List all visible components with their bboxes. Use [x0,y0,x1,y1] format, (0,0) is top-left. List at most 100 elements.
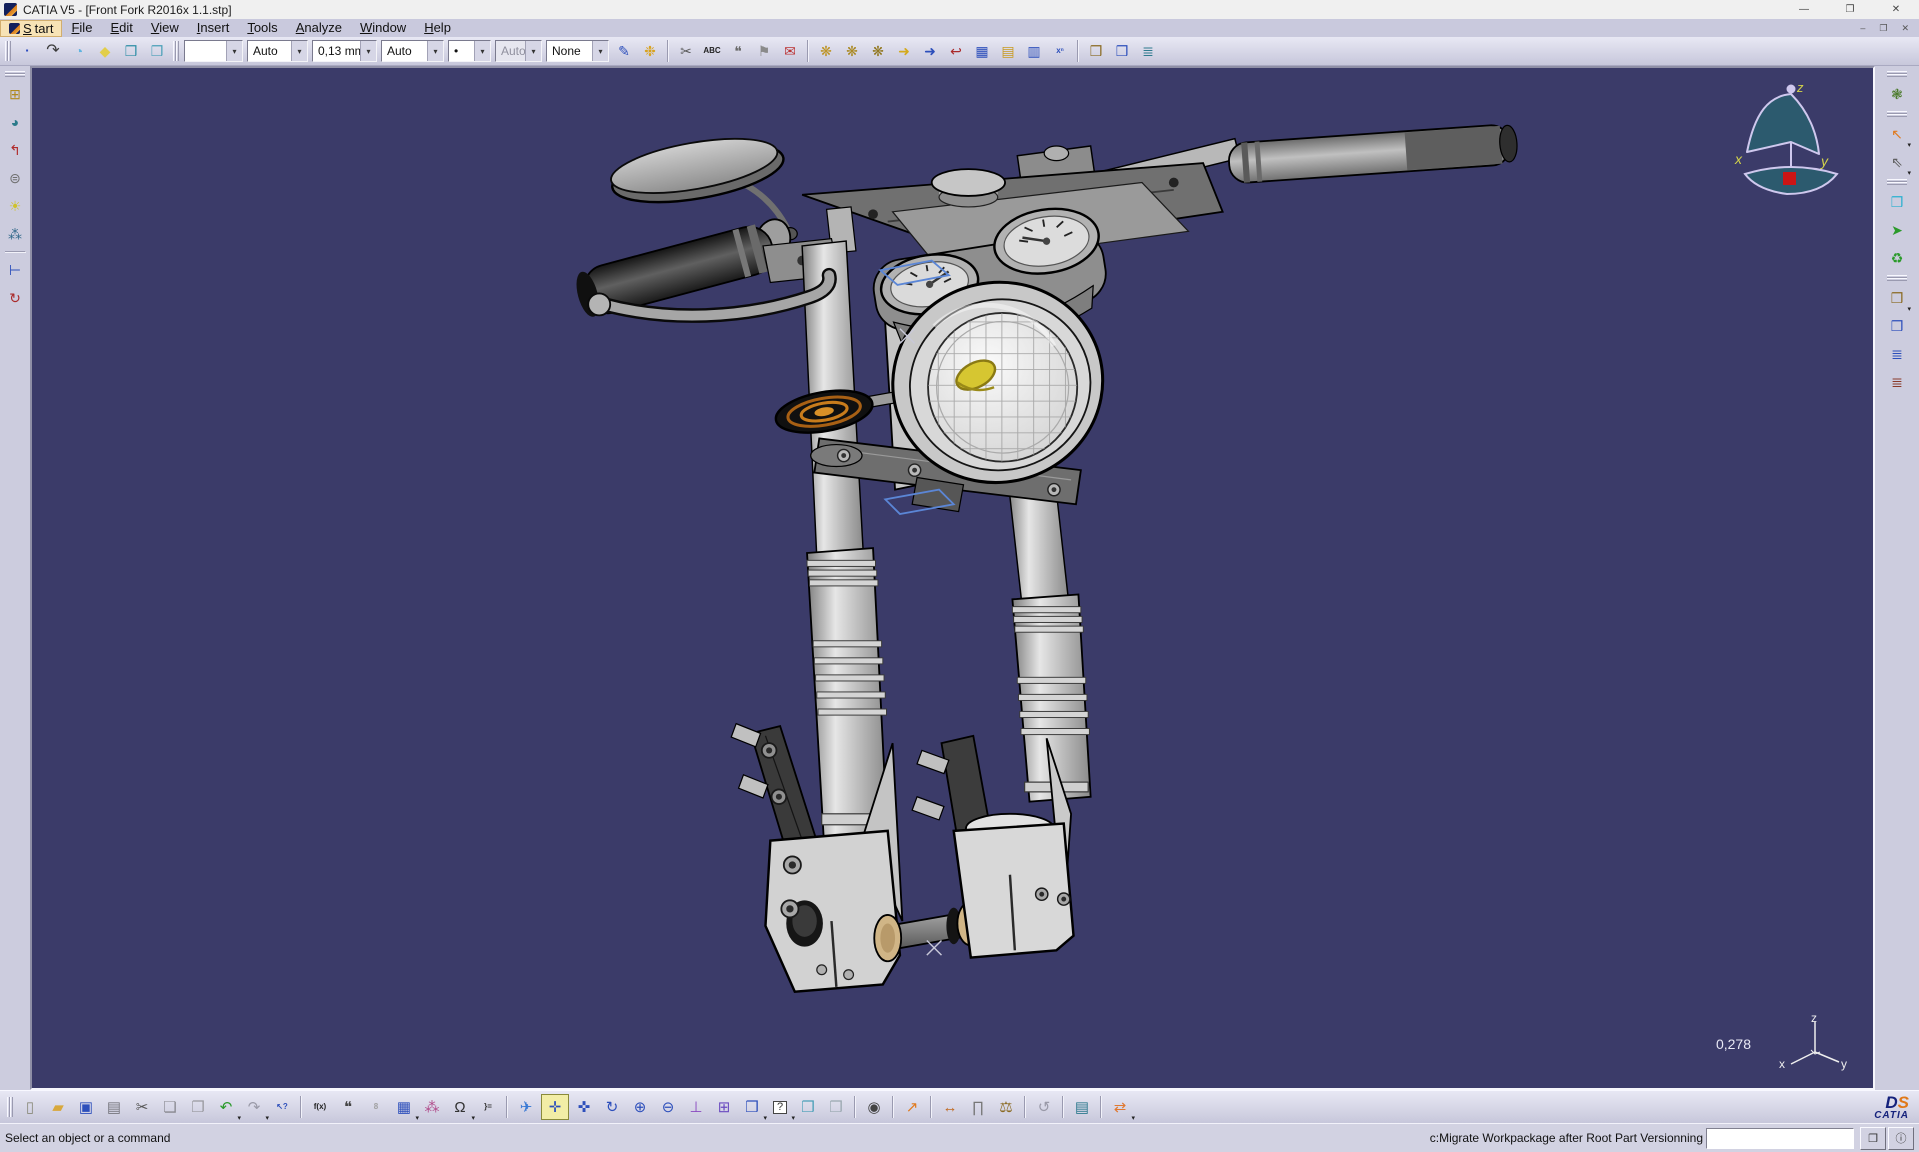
compass-free-rotation-handle[interactable] [1787,85,1796,94]
menu-start[interactable]: Start [0,20,62,37]
enovia-globe-icon[interactable]: ◕ [3,110,27,134]
expand-caret-icon[interactable]: ▾ [1907,169,1911,177]
chevron-down-icon[interactable]: ▾ [427,41,443,61]
nav-3d-icon[interactable]: ↗ [899,1095,925,1119]
viewport-3d[interactable]: x y z 0,278 z x y [30,66,1875,1090]
copy-icon[interactable]: ❏ [157,1095,183,1119]
menu-file[interactable]: File [62,20,101,36]
formula-icon[interactable]: f(x) [307,1095,333,1119]
model-fork-left[interactable] [802,241,890,845]
insert-component-icon[interactable]: ➜ [892,39,916,63]
lock-icon[interactable]: Ω▾ [447,1095,473,1119]
doc-window-button[interactable]: ❐ [1860,1127,1886,1150]
opacity-combo[interactable]: Auto▾ [247,40,308,62]
part-green-icon[interactable]: ➤ [1885,218,1909,242]
structure-links-icon[interactable]: ⁂ [3,222,27,246]
comment-icon[interactable]: ❝ [335,1095,361,1119]
update-icon[interactable]: ❃ [1885,82,1909,106]
fly-mode-icon[interactable]: ✈ [513,1095,539,1119]
mail-icon[interactable]: ✉ [778,39,802,63]
toolbar-handle[interactable] [1885,178,1909,186]
undo-icon[interactable]: ↶▾ [213,1095,239,1119]
iso-view-icon[interactable]: ❒▾ [739,1095,765,1119]
tree-undo-icon[interactable]: ↩ [944,39,968,63]
shaded-mode-icon[interactable]: ❒ [795,1095,821,1119]
graphic-color-combo[interactable]: ▾ [184,40,243,62]
new-document-icon[interactable]: ▯ [17,1095,43,1119]
compass-base-handle[interactable] [1783,172,1796,185]
cut-icon[interactable]: ✂ [129,1095,155,1119]
model-front-fork[interactable] [32,68,1873,1088]
annotation-bubble-icon[interactable]: ❝ [726,39,750,63]
expand-caret-icon[interactable]: ▾ [1907,141,1911,149]
chevron-down-icon[interactable]: ▾ [226,41,242,61]
swirl-icon[interactable]: ↺ [1031,1095,1057,1119]
help-pointer-icon[interactable]: ↖? [269,1095,295,1119]
power-input[interactable] [1706,1128,1854,1149]
reorder-tree-icon[interactable]: ↻ [3,286,27,310]
menu-view[interactable]: View [142,20,188,36]
chevron-down-icon[interactable]: ▾ [474,41,490,61]
chevron-down-icon[interactable]: ▾ [525,41,541,61]
design-table-icon[interactable]: ▦ [970,39,994,63]
graph-tree-icon[interactable]: ⊢ [3,258,27,282]
info-button[interactable]: ⓘ [1888,1127,1914,1150]
tree-list2-icon[interactable]: ≣ [1885,370,1909,394]
print-icon[interactable]: ▤ [101,1095,127,1119]
normal-view-icon[interactable]: ⊥ [683,1095,709,1119]
pan-icon[interactable]: ✜ [571,1095,597,1119]
tree-filter-icon[interactable]: ≣ [1136,39,1160,63]
chevron-down-icon[interactable]: ▾ [360,41,376,61]
database-structure-icon[interactable]: ⊜ [3,166,27,190]
rotate-tool-icon[interactable]: ↷ [41,39,65,63]
mdi-restore-button[interactable]: ❐ [1879,23,1887,34]
menu-edit[interactable]: Edit [101,20,141,36]
close-button[interactable]: ✕ [1873,0,1919,19]
hidden-elements-icon[interactable]: ?▾ [767,1095,793,1119]
mdi-minimize-button[interactable]: – [1860,23,1865,34]
catalog-browser-icon[interactable]: ❋ [814,39,838,63]
plane-icon[interactable]: ◆ [93,39,117,63]
expand-caret-icon[interactable]: ▾ [1907,305,1911,313]
chevron-down-icon[interactable]: ▾ [291,41,307,61]
camera-icon[interactable]: ◉ [861,1095,887,1119]
flag-note-icon[interactable]: ⚑ [752,39,776,63]
fit-all-icon[interactable]: ✛ [541,1094,569,1120]
instances-count-icon[interactable]: xⁿ [1048,39,1072,63]
toolbar-handle[interactable] [1885,274,1909,282]
link-icon[interactable]: 8 [363,1095,389,1119]
toolbar-handle[interactable] [1885,70,1909,78]
minimize-button[interactable]: — [1781,0,1827,19]
isometric-view-icon[interactable]: ❒ [119,39,143,63]
part-blue-icon[interactable]: ❒ [1885,190,1909,214]
mdi-close-button[interactable]: ✕ [1901,23,1909,34]
catalog-graph-icon[interactable]: ⁂ [419,1095,445,1119]
snap-grid-icon[interactable]: ⇄▾ [1107,1095,1133,1119]
layer-combo[interactable]: None▾ [546,40,609,62]
save-icon[interactable]: ▣ [73,1095,99,1119]
expand-caret-icon[interactable]: ▾ [1131,1114,1135,1122]
caliper-icon[interactable]: ∏ [965,1095,991,1119]
toolbar-handle[interactable] [4,39,12,63]
toolbar-handle[interactable] [3,70,27,78]
select-arrow-icon[interactable]: ↖▾ [1885,122,1909,146]
wizard-icon[interactable]: ❉ [638,39,662,63]
spell-check-icon[interactable]: ABC [700,39,724,63]
product-structure-icon[interactable]: ⊞ [3,82,27,106]
tree-list-icon[interactable]: ≣ [1885,342,1909,366]
rotate-view-icon[interactable]: ↻ [599,1095,625,1119]
view-box-icon[interactable]: ❒▾ [1885,286,1909,310]
layers-icon[interactable]: ▤ [1069,1095,1095,1119]
render-style-combo[interactable]: Auto▾ [495,40,542,62]
line-type-combo[interactable]: Auto▾ [381,40,444,62]
zoom-in-icon[interactable]: ⊕ [627,1095,653,1119]
send-to-icon[interactable]: ❒ [1084,39,1108,63]
catalog-new-icon[interactable]: ❋ [840,39,864,63]
painter-icon[interactable]: ✎ [612,39,636,63]
relations-icon[interactable]: }= [475,1095,501,1119]
open-folder-icon[interactable]: ▰ [45,1095,71,1119]
toolbar-handle[interactable] [1885,110,1909,118]
weight-icon[interactable]: ⚖ [993,1095,1019,1119]
ruler-icon[interactable]: ↔ [937,1095,963,1119]
folder-tree-icon[interactable]: ▤ [996,39,1020,63]
